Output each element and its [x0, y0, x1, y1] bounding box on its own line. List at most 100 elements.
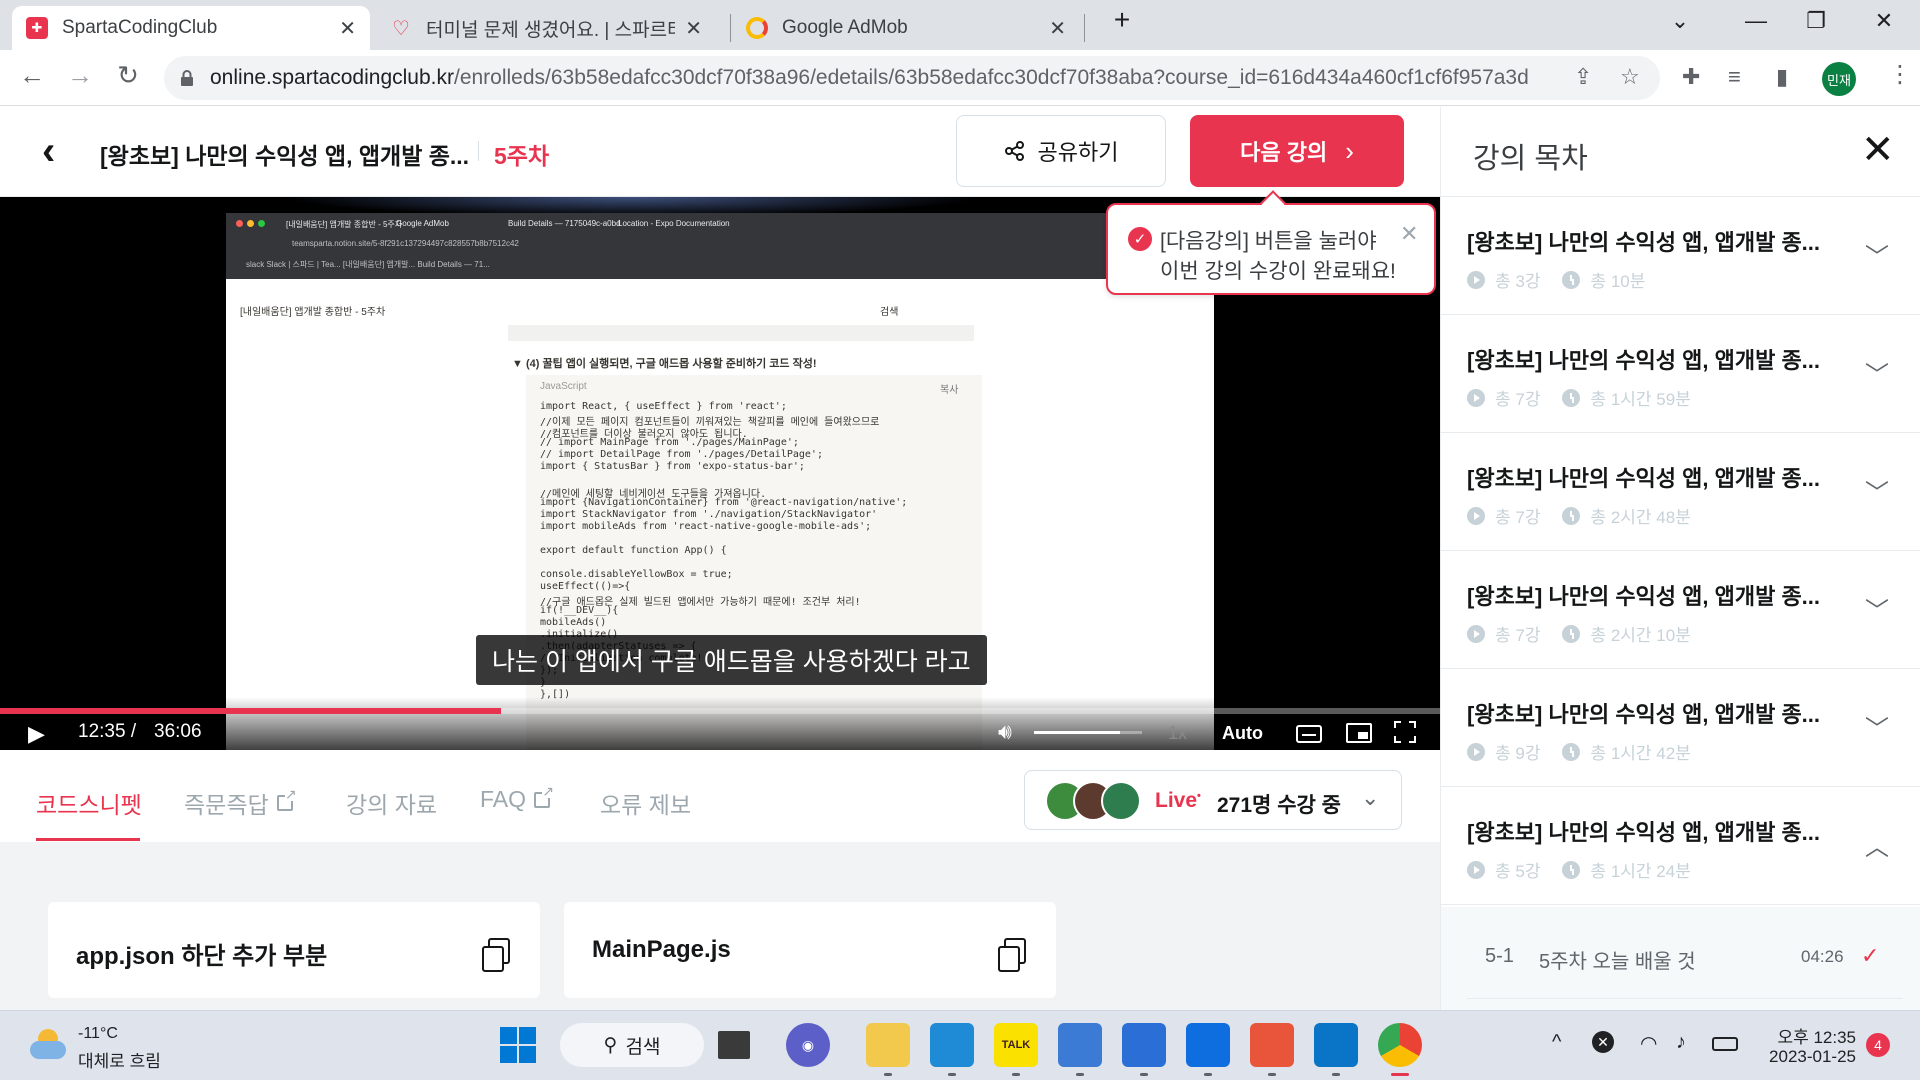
- close-tab-icon[interactable]: ✕: [1049, 16, 1066, 41]
- wifi-icon[interactable]: ◠: [1640, 1031, 1657, 1056]
- teamviewer-icon[interactable]: [1186, 1023, 1230, 1067]
- chrome-icon[interactable]: [1378, 1023, 1422, 1067]
- recorded-tab: Google AdMob: [396, 219, 449, 228]
- running-indicator: [1140, 1073, 1148, 1076]
- git-icon[interactable]: [1250, 1023, 1294, 1067]
- viewer-avatars: [1045, 781, 1141, 821]
- file-explorer-icon[interactable]: [866, 1023, 910, 1067]
- toc-week-item[interactable]: [왕초보] 나만의 수익성 앱, 앱개발 종... 총 9강 총 1시간 42분 ﹀: [1441, 669, 1920, 787]
- weather-cloud-icon[interactable]: [28, 1025, 68, 1065]
- quality-setting[interactable]: Auto: [1222, 723, 1263, 744]
- notification-badge[interactable]: 4: [1866, 1033, 1890, 1057]
- back-chevron-icon[interactable]: ‹: [42, 129, 55, 174]
- week-duration: 총 2시간 48분: [1590, 508, 1691, 527]
- chevron-down-icon[interactable]: ﹀: [1865, 473, 1889, 508]
- fullscreen-icon[interactable]: [1394, 721, 1416, 743]
- bookmark-star-icon[interactable]: ☆: [1620, 64, 1640, 90]
- share-button[interactable]: 공유하기: [956, 115, 1166, 187]
- play-circle-icon: [1467, 506, 1485, 525]
- tab-materials[interactable]: 강의 자료: [346, 786, 437, 820]
- tab-label: 오류 제보: [600, 792, 692, 818]
- play-icon[interactable]: ▶: [28, 721, 45, 747]
- kakaotalk-icon[interactable]: TALK: [994, 1023, 1038, 1067]
- taskbar-search[interactable]: ⚲ 검색: [560, 1023, 704, 1067]
- extensions-puzzle-icon[interactable]: ✚: [1682, 64, 1700, 90]
- recorded-tab: Location - Expo Documentation: [618, 219, 730, 228]
- toc-week-item[interactable]: [왕초보] 나만의 수익성 앱, 앱개발 종... 총 5강 총 1시간 24분 ︿: [1441, 787, 1920, 905]
- close-tab-icon[interactable]: ✕: [339, 16, 356, 41]
- video-progress-bar[interactable]: [0, 708, 1440, 714]
- minimize-icon[interactable]: —: [1736, 8, 1776, 34]
- next-lecture-tooltip: ✓ [다음강의] 버튼을 눌러야 이번 강의 수강이 완료돼요! ✕: [1106, 190, 1436, 295]
- close-tab-icon[interactable]: ✕: [685, 16, 702, 41]
- tab-instant-qa[interactable]: 즉문즉답: [184, 786, 297, 820]
- toc-week-title: [왕초보] 나만의 수익성 앱, 앱개발 종...: [1467, 466, 1821, 491]
- chevron-down-icon[interactable]: ﹀: [1865, 709, 1889, 744]
- browser-tab-terminal[interactable]: ♡ 터미널 문제 생겼어요. | 스파르타 ✕: [376, 6, 716, 50]
- browser-tab-admob[interactable]: Google AdMob ✕: [732, 6, 1080, 50]
- address-bar[interactable]: online.spartacodingclub.kr/enrolleds/63b…: [164, 56, 1660, 100]
- task-view-icon[interactable]: [718, 1031, 750, 1059]
- copy-icon[interactable]: [998, 938, 1026, 972]
- running-indicator: [1268, 1073, 1276, 1076]
- back-arrow-icon[interactable]: ←: [14, 60, 50, 91]
- clock-date[interactable]: 2023-01-25: [1756, 1047, 1856, 1067]
- live-count: 271명 수강 중: [1217, 794, 1341, 817]
- copy-icon[interactable]: [482, 938, 510, 972]
- picture-in-picture-icon[interactable]: [1346, 723, 1372, 743]
- profile-avatar[interactable]: 민재: [1822, 62, 1856, 96]
- clock-time[interactable]: 오후 12:35: [1770, 1023, 1856, 1048]
- tab-faq[interactable]: FAQ: [480, 783, 555, 813]
- snippet-card[interactable]: app.json 하단 추가 부분: [48, 902, 540, 998]
- windows-start-icon[interactable]: [500, 1027, 536, 1063]
- tab-code-snippet[interactable]: 코드스니펫: [36, 786, 142, 820]
- live-viewers-dropdown[interactable]: Live• 271명 수강 중 ⌄: [1024, 770, 1402, 830]
- toc-week-item[interactable]: [왕초보] 나만의 수익성 앱, 앱개발 종... 총 7강 총 1시간 59분 ﹀: [1441, 315, 1920, 433]
- code-line: // import MainPage from './pages/MainPag…: [540, 437, 799, 448]
- new-tab-button[interactable]: +: [1102, 4, 1142, 36]
- toc-week-item[interactable]: [왕초보] 나만의 수익성 앱, 앱개발 종... 총 7강 총 2시간 48분 ﹀: [1441, 433, 1920, 551]
- chevron-down-icon[interactable]: ﹀: [1865, 237, 1889, 272]
- battery-icon[interactable]: [1712, 1037, 1738, 1051]
- side-panel-icon[interactable]: ▮: [1776, 64, 1788, 90]
- chat-icon[interactable]: ◉: [786, 1023, 830, 1067]
- tray-app-icon[interactable]: ✕: [1592, 1031, 1614, 1053]
- playback-speed[interactable]: 1x: [1168, 723, 1187, 744]
- tab-search-chevron-icon[interactable]: ⌄: [1660, 8, 1700, 34]
- close-icon[interactable]: ✕: [1861, 127, 1895, 173]
- captions-icon[interactable]: [1296, 725, 1322, 743]
- code-line: import {NavigationContainer} from '@reac…: [540, 497, 908, 508]
- tray-overflow-chevron-icon[interactable]: ^: [1552, 1031, 1561, 1054]
- snippet-area: app.json 하단 추가 부분 MainPage.js: [0, 842, 1440, 1010]
- media-queue-icon[interactable]: ≡: [1728, 64, 1741, 90]
- clock-icon: [1562, 388, 1581, 407]
- more-menu-icon[interactable]: ⋮: [1888, 60, 1912, 89]
- snippet-card[interactable]: MainPage.js: [564, 902, 1056, 998]
- browser-tab-spartacodingclub[interactable]: ✚ SpartaCodingClub ✕: [12, 6, 370, 50]
- toc-week-item[interactable]: [왕초보] 나만의 수익성 앱, 앱개발 종... 총 3강 총 10분 ﹀: [1441, 197, 1920, 315]
- vscode-icon[interactable]: [1314, 1023, 1358, 1067]
- volume-icon[interactable]: 🔊︎: [998, 719, 1012, 745]
- tooltip-close-icon[interactable]: ✕: [1400, 221, 1418, 247]
- share-page-icon[interactable]: ⇪: [1574, 64, 1592, 90]
- reload-icon[interactable]: ↻: [110, 60, 146, 91]
- running-indicator: [1204, 1073, 1212, 1076]
- restore-icon[interactable]: ❐: [1796, 8, 1836, 34]
- code-line: export default function App() {: [540, 545, 727, 556]
- edge-icon[interactable]: [930, 1023, 974, 1067]
- tab-error-report[interactable]: 오류 제보: [600, 786, 691, 820]
- next-lecture-button[interactable]: 다음 강의 ›: [1190, 115, 1404, 187]
- chevron-down-icon[interactable]: ﹀: [1865, 355, 1889, 390]
- chevron-up-icon[interactable]: ︿: [1865, 827, 1889, 862]
- lesson-item-current[interactable]: 5-1 5주차 오늘 배울 것 04:26 ✓: [1467, 907, 1903, 999]
- tab-label: 즉문즉답: [184, 792, 269, 818]
- forward-arrow-icon[interactable]: →: [62, 60, 98, 91]
- close-window-icon[interactable]: ✕: [1864, 8, 1904, 34]
- toc-week-title: [왕초보] 나만의 수익성 앱, 앱개발 종...: [1467, 584, 1821, 609]
- toc-week-item[interactable]: [왕초보] 나만의 수익성 앱, 앱개발 종... 총 7강 총 2시간 10분 ﹀: [1441, 551, 1920, 669]
- volume-slider[interactable]: [1034, 731, 1142, 734]
- remote-icon[interactable]: [1122, 1023, 1166, 1067]
- speaker-icon[interactable]: ♪: [1676, 1031, 1686, 1054]
- notepad-icon[interactable]: [1058, 1023, 1102, 1067]
- chevron-down-icon[interactable]: ﹀: [1865, 591, 1889, 626]
